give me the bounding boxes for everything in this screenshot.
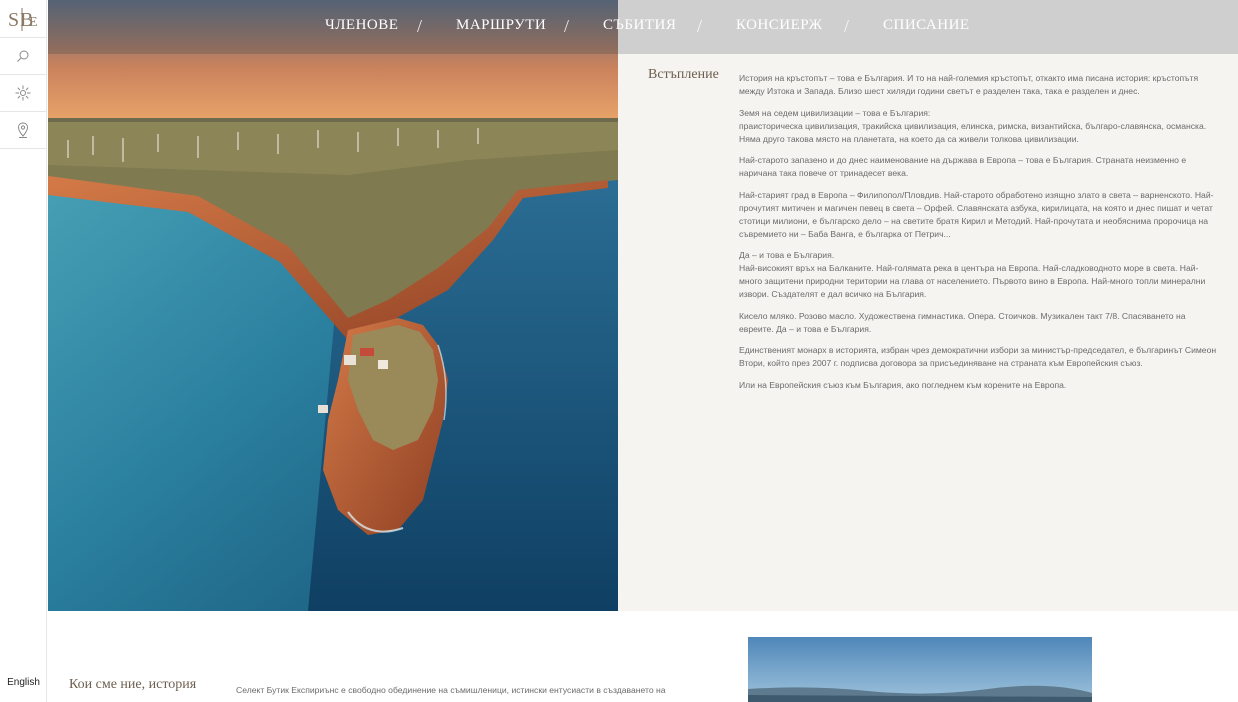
intro-paragraph: Кисело мляко. Розово масло. Художествена… — [739, 310, 1186, 334]
svg-text:E: E — [29, 15, 37, 30]
location-pin-icon — [17, 122, 29, 138]
search-button[interactable] — [0, 38, 46, 75]
logo-monogram-icon: S B E — [8, 7, 40, 31]
about-text: Селект Бутик Експириънс е свободно обеди… — [236, 685, 666, 695]
nav-item-events[interactable]: СЪБИТИЯ — [603, 17, 676, 34]
nav-item-concierge[interactable]: КОНСИЕРЖ — [736, 17, 823, 34]
main-navigation: ЧЛЕНОВЕ / МАРШРУТИ / СЪБИТИЯ / КОНСИЕРЖ … — [48, 0, 1238, 54]
nav-item-magazine[interactable]: СПИСАНИЕ — [883, 17, 970, 34]
nav-separator: / — [564, 16, 570, 36]
intro-paragraph: Най-старото запазено и до днес наименова… — [739, 155, 1187, 178]
about-heading: Кои сме ние, история — [69, 677, 197, 692]
intro-heading: Встъпление — [648, 67, 719, 82]
nav-item-members[interactable]: ЧЛЕНОВЕ — [325, 17, 398, 34]
search-icon — [17, 50, 29, 62]
intro-paragraph: История на кръстопът – това е България. … — [739, 73, 1199, 96]
nav-item-routes[interactable]: МАРШРУТИ — [456, 17, 546, 34]
hero-image — [48, 0, 618, 611]
intro-paragraph: Или на Европейския съюз към България, ак… — [739, 379, 1067, 390]
language-switch[interactable]: English — [0, 677, 47, 688]
svg-text:S: S — [8, 9, 18, 31]
sun-icon — [15, 85, 31, 101]
intro-paragraph: Най-старият град в Европа – Филипопол/Пл… — [739, 189, 1214, 239]
intro-paragraph: Земя на седем цивилизации – това е Бълга… — [739, 107, 1207, 144]
left-sidebar: S B E English — [0, 0, 47, 702]
intro-paragraph: Единственият монарх в историята, избран … — [739, 345, 1217, 368]
intro-paragraph: Да – и това е България. Най-високият връ… — [739, 250, 1206, 299]
about-image — [748, 637, 1092, 702]
nav-separator: / — [844, 16, 850, 36]
intro-text: История на кръстопът – това е България. … — [739, 72, 1217, 400]
weather-button[interactable] — [0, 75, 46, 112]
nav-separator: / — [417, 16, 423, 36]
nav-separator: / — [697, 16, 703, 36]
brand-logo[interactable]: S B E — [0, 0, 46, 38]
location-button[interactable] — [0, 112, 46, 149]
